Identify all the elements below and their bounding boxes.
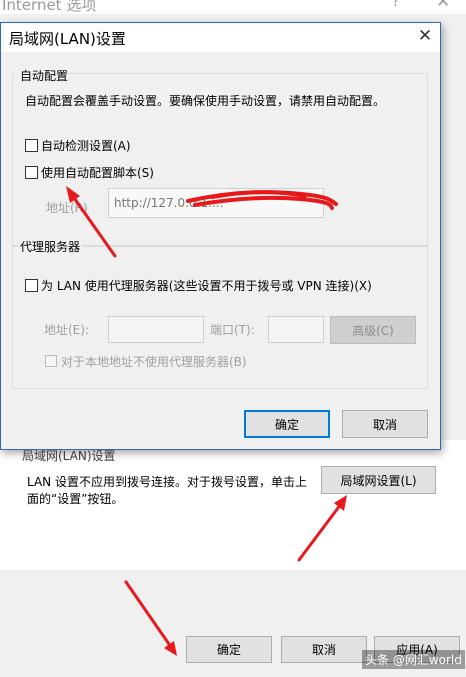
lan-section-description: LAN 设置不应用到拨号连接。对于拨号设置，单击上面的“设置”按钮。 <box>27 475 307 506</box>
auto-config-description: 自动配置会覆盖手动设置。要确保使用手动设置，请禁用自动配置。 <box>25 94 386 108</box>
proxy-address-label: 地址(E): <box>44 323 89 337</box>
internet-options-title: Internet 选项 <box>2 0 97 14</box>
lan-settings-button[interactable]: 局域网设置(L) <box>321 466 436 494</box>
bypass-local-label[interactable]: 对于本地地址不使用代理服务器(B) <box>61 353 247 370</box>
use-proxy-label[interactable]: 为 LAN 使用代理服务器(这些设置不用于拨号或 VPN 连接)(X) <box>41 277 372 294</box>
dialog-ok-button[interactable]: 确定 <box>244 410 330 438</box>
script-address-label: 地址(R) <box>46 201 88 215</box>
ok-button[interactable]: 确定 <box>186 636 272 663</box>
use-script-label[interactable]: 使用自动配置脚本(S) <box>41 164 154 181</box>
auto-config-group-label: 自动配置 <box>18 67 71 84</box>
dialog-content: 自动配置 自动配置会覆盖手动设置。要确保使用手动设置，请禁用自动配置。 自动检测… <box>0 22 441 450</box>
dialog-cancel-button[interactable]: 取消 <box>342 410 428 438</box>
autodetect-label[interactable]: 自动检测设置(A) <box>41 137 131 154</box>
autodetect-checkbox[interactable] <box>25 139 38 152</box>
proxy-address-input[interactable] <box>108 316 204 343</box>
proxy-port-input[interactable] <box>268 316 324 343</box>
proxy-server-group-label: 代理服务器 <box>18 238 83 255</box>
advanced-button[interactable]: 高级(C) <box>330 316 416 344</box>
cancel-button[interactable]: 取消 <box>281 636 367 663</box>
help-icon[interactable]: ? <box>392 0 399 10</box>
watermark: 头条 @网汇world <box>362 650 465 669</box>
proxy-port-label: 端口(T): <box>210 323 255 337</box>
use-script-checkbox[interactable] <box>25 166 38 179</box>
bypass-local-checkbox[interactable] <box>45 355 57 367</box>
script-address-input[interactable]: http://127.0.0.1:... <box>108 188 324 218</box>
close-icon[interactable]: ✕ <box>436 0 450 12</box>
use-proxy-checkbox[interactable] <box>25 279 38 292</box>
internet-options-titlebar: Internet 选项 ? ✕ <box>0 0 466 14</box>
